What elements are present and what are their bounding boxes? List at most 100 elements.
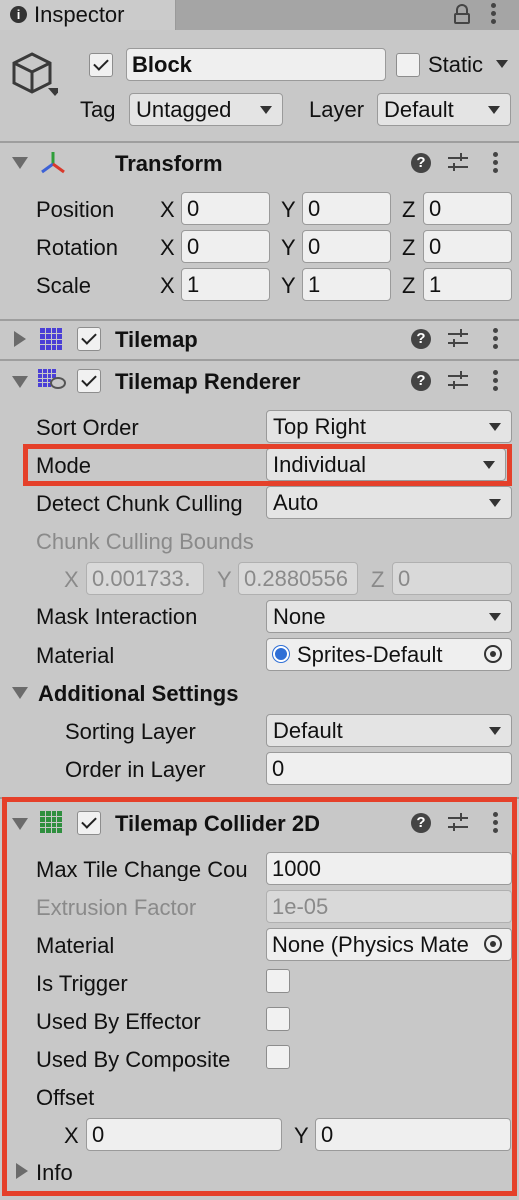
object-picker-icon[interactable] — [484, 935, 502, 953]
transform-title[interactable]: Transform — [115, 153, 223, 175]
collider-material-value: None (Physics Mate — [272, 932, 469, 957]
tab-inspector[interactable]: i Inspector — [0, 0, 176, 30]
scale-label: Scale — [36, 273, 92, 298]
sort-order-value: Top Right — [273, 414, 366, 439]
foldout-arrow-icon[interactable] — [14, 331, 26, 347]
axis-z-label[interactable]: Z — [402, 237, 415, 259]
collider-title[interactable]: Tilemap Collider 2D — [115, 813, 320, 835]
material-value: Sprites-Default — [297, 642, 443, 667]
is-trigger-checkbox[interactable] — [266, 969, 290, 993]
sorting-layer-label: Sorting Layer — [65, 719, 196, 744]
rotation-label: Rotation — [36, 235, 118, 260]
rotation-x-field[interactable]: 0 — [181, 230, 270, 263]
axis-x-label[interactable]: X — [160, 275, 175, 297]
used-by-composite-checkbox[interactable] — [266, 1045, 290, 1069]
tag-value: Untagged — [136, 97, 232, 122]
static-dropdown-icon[interactable] — [496, 60, 508, 68]
used-by-effector-checkbox[interactable] — [266, 1007, 290, 1031]
axis-x-label[interactable]: X — [160, 237, 175, 259]
rotation-z-field[interactable]: 0 — [423, 230, 512, 263]
chunk-culling-bounds-label: Chunk Culling Bounds — [36, 529, 254, 554]
rotation-y-field[interactable]: 0 — [302, 230, 391, 263]
sort-order-label: Sort Order — [36, 415, 139, 440]
collider-material-field[interactable]: None (Physics Mate — [266, 928, 512, 961]
object-name-field[interactable]: Block — [126, 48, 386, 81]
foldout-arrow-icon[interactable] — [12, 376, 28, 388]
renderer-title[interactable]: Tilemap Renderer — [115, 371, 300, 393]
renderer-enabled-checkbox[interactable] — [77, 369, 101, 393]
position-y-field[interactable]: 0 — [302, 192, 391, 225]
static-checkbox[interactable] — [396, 53, 420, 77]
tag-label: Tag — [80, 97, 116, 122]
mode-dropdown[interactable]: Individual — [266, 448, 506, 481]
scale-z-field[interactable]: 1 — [423, 268, 512, 301]
offset-y-field[interactable]: 0 — [315, 1118, 511, 1151]
detect-chunk-culling-dropdown[interactable]: Auto — [266, 486, 512, 519]
presets-icon[interactable] — [448, 153, 468, 173]
component-menu-icon[interactable] — [493, 812, 499, 834]
layer-dropdown[interactable]: Default — [377, 93, 511, 126]
scale-y-field[interactable]: 1 — [302, 268, 391, 301]
component-menu-icon[interactable] — [493, 152, 499, 174]
sorting-layer-dropdown[interactable]: Default — [266, 714, 512, 747]
collider-material-label: Material — [36, 933, 115, 958]
used-by-composite-label: Used By Composite — [36, 1047, 231, 1072]
position-x-field[interactable]: 0 — [181, 192, 270, 225]
position-z-field[interactable]: 0 — [423, 192, 512, 225]
tilemap-enabled-checkbox[interactable] — [77, 327, 101, 351]
axis-z-label[interactable]: Z — [402, 199, 415, 221]
chevron-down-icon — [488, 106, 500, 114]
divider — [0, 141, 519, 143]
transform-icon — [39, 150, 67, 176]
additional-settings-label[interactable]: Additional Settings — [38, 683, 238, 705]
sort-order-dropdown[interactable]: Top Right — [266, 410, 512, 443]
help-icon[interactable]: ? — [411, 153, 431, 173]
foldout-arrow-icon[interactable] — [16, 1163, 28, 1179]
object-picker-icon[interactable] — [484, 645, 502, 663]
axis-y-label[interactable]: Y — [281, 275, 296, 297]
bounds-z-field: 0 — [392, 562, 512, 595]
foldout-arrow-icon[interactable] — [12, 157, 28, 169]
axis-x-label[interactable]: X — [64, 1125, 79, 1147]
divider — [0, 319, 519, 321]
axis-y-label[interactable]: Y — [281, 237, 296, 259]
mask-interaction-label: Mask Interaction — [36, 604, 198, 629]
help-icon[interactable]: ? — [411, 371, 431, 391]
offset-x-field[interactable]: 0 — [86, 1118, 282, 1151]
lock-icon[interactable] — [454, 4, 470, 24]
extrusion-factor-field: 1e-05 — [266, 890, 512, 923]
chevron-down-icon — [260, 106, 272, 114]
component-menu-icon[interactable] — [493, 328, 499, 350]
material-label: Material — [36, 643, 115, 668]
foldout-arrow-icon[interactable] — [12, 687, 28, 699]
order-in-layer-field[interactable]: 0 — [266, 752, 512, 785]
help-icon[interactable]: ? — [411, 329, 431, 349]
static-label[interactable]: Static — [428, 54, 483, 76]
order-in-layer-label: Order in Layer — [65, 757, 206, 782]
tag-dropdown[interactable]: Untagged — [129, 93, 283, 126]
axis-y-label[interactable]: Y — [281, 199, 296, 221]
info-label[interactable]: Info — [36, 1162, 73, 1184]
axis-x-label[interactable]: X — [160, 199, 175, 221]
mask-interaction-dropdown[interactable]: None — [266, 600, 512, 633]
scale-x-field[interactable]: 1 — [181, 268, 270, 301]
layer-value: Default — [384, 97, 454, 122]
divider — [0, 359, 519, 361]
axis-y-label[interactable]: Y — [294, 1125, 309, 1147]
presets-icon[interactable] — [448, 813, 468, 833]
axis-z-label[interactable]: Z — [402, 275, 415, 297]
active-checkbox[interactable] — [89, 53, 113, 77]
collider-enabled-checkbox[interactable] — [77, 811, 101, 835]
component-menu-icon[interactable] — [493, 370, 499, 392]
foldout-arrow-icon[interactable] — [12, 818, 28, 830]
max-tile-change-field[interactable]: 1000 — [266, 852, 512, 885]
tilemap-title[interactable]: Tilemap — [115, 329, 198, 351]
help-icon[interactable]: ? — [411, 813, 431, 833]
sorting-layer-value: Default — [273, 718, 343, 743]
presets-icon[interactable] — [448, 371, 468, 391]
material-field[interactable]: Sprites-Default — [266, 638, 512, 671]
gameobject-icon[interactable] — [10, 50, 62, 98]
tab-menu-icon[interactable] — [491, 3, 497, 25]
presets-icon[interactable] — [448, 329, 468, 349]
chevron-down-icon — [489, 613, 501, 621]
